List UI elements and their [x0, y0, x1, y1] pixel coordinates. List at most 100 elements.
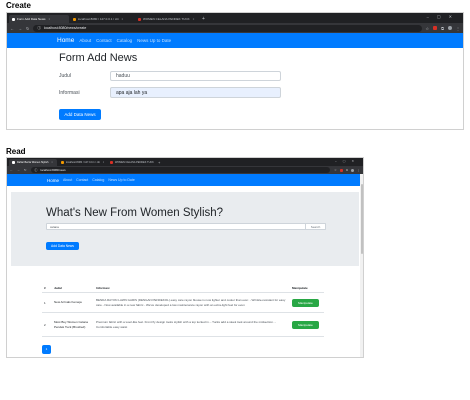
section-label-read: Read: [6, 147, 26, 156]
manipulate-button[interactable]: Manipulate: [292, 320, 319, 329]
informasi-value: apa aja lah ya: [116, 89, 148, 96]
avatar[interactable]: [448, 26, 452, 30]
section-label-create: Create: [6, 1, 31, 10]
puzzle-icon[interactable]: ⧉: [346, 168, 348, 172]
close-icon[interactable]: ×: [122, 17, 124, 21]
reload-icon[interactable]: ↻: [26, 26, 29, 31]
uniqlo-favicon-icon: [110, 161, 113, 164]
scrollbar-thumb[interactable]: [360, 184, 363, 254]
row-informasi: Premium fabric with a wool-like feel. Fr…: [96, 320, 276, 329]
url-text: localhost:8080/news/create: [43, 26, 87, 30]
read-tab-bar: Daftar Berita Women Stylish × localhost:…: [7, 158, 363, 166]
avatar[interactable]: [351, 168, 354, 172]
nav-news[interactable]: News Up to Date: [137, 38, 171, 43]
col-no-header: #: [44, 286, 46, 290]
manipulate-button[interactable]: Manipulate: [292, 298, 319, 307]
nav-home[interactable]: Home: [47, 178, 59, 183]
row-no: 1: [44, 300, 46, 305]
read-navbar: Home About Contact Catalog News Up to Da…: [7, 174, 363, 186]
puzzle-icon[interactable]: ⧉: [441, 26, 444, 31]
search-value: celana: [50, 224, 59, 229]
row-judul: Most Buy Women Celana Pendek Tuck (Brush…: [54, 320, 88, 329]
create-tab-1[interactable]: Form Add Data News ×: [9, 15, 69, 23]
close-icon[interactable]: ×: [193, 17, 195, 21]
news-table: # Judul Informasi Manipulate 1 New Arriv…: [42, 284, 324, 337]
nav-about[interactable]: About: [63, 178, 72, 182]
form-heading: Form Add News: [59, 52, 138, 64]
menu-icon[interactable]: ⋮: [456, 26, 460, 31]
nav-home[interactable]: Home: [57, 37, 74, 44]
url-field[interactable]: ⓘ localhost:8080/news/create: [33, 24, 422, 32]
url-text: localhost:8080/news: [40, 168, 66, 172]
table-row: 1 New Arrivals Kemeja BENDA RAYON LAWN G…: [42, 293, 324, 313]
extension-icon[interactable]: [433, 26, 438, 30]
tab-title: localhost:8080 / 127.0.0.1 / citi: [66, 161, 100, 164]
create-tab-2[interactable]: localhost:8080 / 127.0.0.1 / citi ×: [70, 15, 134, 23]
reload-icon[interactable]: ↻: [24, 168, 27, 172]
pagination-page-1[interactable]: 1: [42, 344, 51, 354]
tab-title: Form Add Data News: [17, 17, 46, 21]
read-tab-2[interactable]: localhost:8080 / 127.0.0.1 / citi ×: [58, 159, 106, 166]
read-tab-1[interactable]: Daftar Berita Women Stylish ×: [9, 159, 57, 166]
star-icon[interactable]: ☆: [426, 26, 430, 31]
tab-title: WOMEN CELANA PENDEK TUCK: [115, 161, 154, 164]
page-favicon-icon: [12, 161, 15, 164]
row-action-cell: Manipulate: [290, 313, 324, 337]
forward-icon[interactable]: →: [17, 168, 20, 172]
judul-label: Judul: [59, 73, 71, 79]
read-screenshot: Daftar Berita Women Stylish × localhost:…: [6, 157, 364, 358]
info-icon: ⓘ: [34, 168, 38, 172]
tab-title: Daftar Berita Women Stylish: [17, 161, 49, 164]
nav-contact[interactable]: Contact: [76, 178, 88, 182]
table-header-row: # Judul Informasi Manipulate: [42, 284, 324, 293]
informasi-label: Informasi: [59, 89, 80, 96]
back-icon[interactable]: ←: [10, 26, 14, 31]
jumbotron: What's New From Women Stylish? celana Se…: [11, 192, 359, 266]
informasi-input[interactable]: apa aja lah ya: [110, 87, 281, 98]
tab-title: localhost:8080 / 127.0.0.1 / citi: [78, 17, 119, 21]
new-tab-icon[interactable]: +: [158, 159, 160, 166]
close-icon[interactable]: ×: [51, 161, 52, 164]
nav-contact[interactable]: Contact: [96, 38, 112, 43]
phpmyadmin-favicon-icon: [61, 161, 64, 164]
url-field[interactable]: ⓘ localhost:8080/news: [30, 167, 331, 173]
menu-icon[interactable]: ⋮: [357, 168, 360, 172]
window-controls[interactable]: –▢✕: [427, 14, 460, 19]
uniqlo-favicon-icon: [138, 17, 141, 21]
close-icon[interactable]: ×: [49, 17, 51, 21]
back-icon[interactable]: ←: [10, 168, 13, 172]
row-no: 2: [44, 322, 46, 327]
star-icon[interactable]: ☆: [334, 168, 337, 172]
col-judul-header: Judul: [54, 286, 62, 290]
read-tab-3[interactable]: WOMEN CELANA PENDEK TUCK ×: [107, 159, 155, 166]
table-row: 2 Most Buy Women Celana Pendek Tuck (Bru…: [42, 313, 324, 337]
nav-catalog[interactable]: Catalog: [117, 38, 133, 43]
create-form: Form Add News Judul haduu Informasi apa …: [7, 48, 463, 121]
jumbotron-heading: What's New From Women Stylish?: [46, 207, 224, 219]
phpmyadmin-favicon-icon: [73, 17, 76, 21]
forward-icon[interactable]: →: [18, 26, 22, 31]
nav-news[interactable]: News Up to Date: [108, 178, 134, 182]
create-tab-3[interactable]: WOMEN CELANA PENDEK TUCK ×: [135, 15, 199, 23]
extension-icon[interactable]: [339, 168, 343, 172]
nav-catalog[interactable]: Catalog: [92, 178, 104, 182]
create-screenshot: Form Add Data News × localhost:8080 / 12…: [6, 12, 464, 130]
row-informasi: BENDA RAYON LAWN GARIS (DENGAN PENDEKOL)…: [96, 298, 286, 307]
window-controls[interactable]: –▢✕: [335, 159, 360, 163]
judul-value: haduu: [116, 73, 130, 79]
add-data-news-button[interactable]: Add Data News: [46, 242, 79, 250]
create-address-bar: ← → ↻ ⓘ localhost:8080/news/create ☆ ⧉ ⋮: [7, 23, 463, 33]
new-tab-icon[interactable]: +: [202, 15, 205, 23]
row-judul: New Arrivals Kemeja: [54, 300, 82, 305]
nav-about[interactable]: About: [79, 38, 91, 43]
add-data-news-button[interactable]: Add Data News: [59, 109, 101, 120]
close-icon[interactable]: ×: [103, 161, 104, 164]
search-input[interactable]: celana: [46, 223, 306, 230]
info-icon: ⓘ: [37, 25, 41, 30]
read-address-bar: ← → ↻ ⓘ localhost:8080/news ☆ ⧉ ⋮: [7, 166, 363, 174]
scrollbar[interactable]: [360, 174, 363, 357]
page-favicon-icon: [12, 17, 15, 21]
search-button[interactable]: Search: [306, 223, 326, 230]
judul-input[interactable]: haduu: [110, 71, 281, 81]
create-navbar: Home About Contact Catalog News Up to Da…: [7, 33, 463, 48]
